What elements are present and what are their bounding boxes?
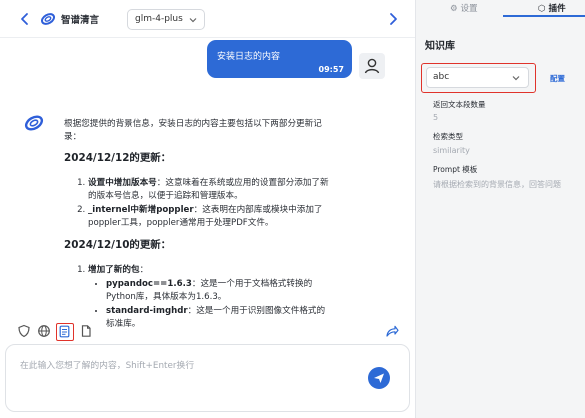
user-message-time: 09:57 [318, 65, 344, 74]
tab-plugins[interactable]: ⬡ 插件 [538, 2, 566, 14]
user-message-bubble: 安装日志的内容 09:57 [207, 40, 352, 78]
knowledge-base-icon [59, 325, 70, 338]
chevron-down-icon [512, 76, 520, 81]
send-button[interactable] [368, 367, 390, 389]
file-icon[interactable] [79, 324, 93, 338]
field-label: 检索类型 [433, 132, 463, 141]
field-value[interactable]: 5 [433, 113, 438, 122]
assistant-logo-icon [24, 115, 44, 131]
user-avatar [359, 53, 385, 79]
send-icon [374, 373, 384, 383]
active-tab-indicator [503, 15, 585, 17]
list-item: pypandoc==1.6.3：这是一个用于文档格式转换的Python库，具体版… [106, 278, 332, 304]
list-item: 设置中增加版本号：这意味着在系统或应用的设置部分添加了新的版本号信息，以便于追踪… [88, 177, 332, 203]
model-select-value: glm-4-plus [135, 14, 183, 24]
chat-input[interactable] [20, 358, 350, 378]
forward-icon[interactable] [386, 11, 400, 27]
user-icon [364, 58, 380, 74]
section-heading: 2024/12/12的更新： [64, 152, 171, 164]
section-heading: 2024/12/10的更新： [64, 239, 171, 251]
knowledge-base-title: 知识库 [425, 41, 455, 52]
cube-icon: ⬡ [538, 4, 546, 14]
config-link[interactable]: 配置 [550, 73, 565, 84]
model-select[interactable]: glm-4-plus [127, 9, 205, 30]
tab-settings-label: 设置 [460, 4, 478, 14]
back-icon[interactable] [18, 11, 32, 27]
chat-header: 智谱清言 glm-4-plus [0, 0, 415, 38]
assistant-intro: 根据您提供的背景信息，安装日志的内容主要包括以下两部分更新记录： [64, 119, 322, 142]
input-toolbar [0, 318, 415, 344]
panel-tabs: ⚙ 设置 ⬡ 插件 [416, 0, 585, 17]
tab-plugins-label: 插件 [548, 4, 566, 14]
user-message-text: 安装日志的内容 [217, 52, 281, 62]
gear-icon: ⚙ [450, 4, 458, 14]
tab-settings[interactable]: ⚙ 设置 [450, 2, 478, 14]
field-label: Prompt 模板 [433, 165, 478, 174]
assistant-message: 根据您提供的背景信息，安装日志的内容主要包括以下两部分更新记录： 2024/12… [64, 118, 332, 340]
share-icon[interactable] [385, 324, 399, 338]
field-value[interactable]: similarity [433, 146, 470, 155]
shield-icon[interactable] [17, 324, 31, 338]
app-name: 智谱清言 [61, 15, 100, 26]
update-list: 设置中增加版本号：这意味着在系统或应用的设置部分添加了新的版本号信息，以便于追踪… [88, 177, 332, 230]
knowledge-base-select-highlight: abc [421, 63, 536, 93]
list-item: _internel中新增poppler：这表明在内部库或模块中添加了popple… [88, 204, 332, 230]
zhipu-logo-icon [40, 13, 56, 25]
knowledge-base-value: abc [433, 72, 450, 82]
chat-panel: 智谱清言 glm-4-plus 安装日志的内容 09:57 根据您提供的背景信息… [0, 0, 415, 418]
field-label: 返回文本段数量 [433, 100, 486, 109]
chat-input-box [5, 344, 410, 412]
knowledge-base-toggle[interactable] [56, 323, 74, 341]
knowledge-base-select[interactable]: abc [426, 67, 529, 88]
globe-icon[interactable] [37, 324, 51, 338]
chevron-down-icon [189, 18, 197, 23]
settings-panel: ⚙ 设置 ⬡ 插件 知识库 abc 配置 返回文本段数量 5 检索类型 simi… [415, 0, 585, 418]
field-value[interactable]: 请根据检索到的背景信息，回答问题 [433, 179, 561, 190]
